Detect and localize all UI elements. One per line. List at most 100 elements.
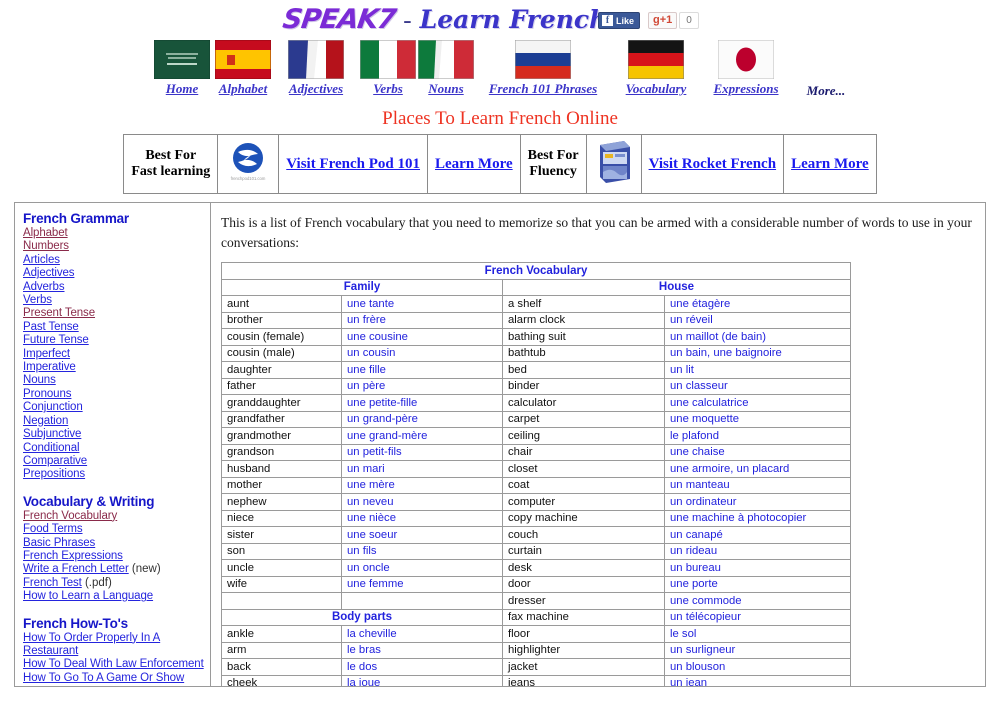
vocab-cell-french-right: une commode xyxy=(664,592,851,610)
vocab-cell-english-left: son xyxy=(221,542,342,561)
vocab-cell-french-left: la cheville xyxy=(341,625,503,643)
ad-cell-learn-more-1[interactable]: Learn More xyxy=(427,134,521,194)
vocab-cell-english-left: sister xyxy=(221,526,342,544)
sidebar-item-verbs[interactable]: Verbs xyxy=(23,294,206,307)
vocab-cell-english-left xyxy=(221,592,342,610)
table-row: Body parts fax machine un télécopieur xyxy=(221,608,851,627)
vocab-cell-english-right: jeans xyxy=(502,674,665,686)
sidebar-item-adjectives[interactable]: Adjectives xyxy=(23,267,206,280)
vocab-cell-french-right: un canapé xyxy=(664,526,851,544)
google-plus-widget[interactable]: g+1 0 xyxy=(648,12,699,29)
ads-row: Best For Fast learning frenchpod101.com … xyxy=(123,134,877,194)
vocab-cell-english-right: a shelf xyxy=(502,295,665,313)
facebook-like-label: Like xyxy=(616,15,635,26)
table-row: uncle un oncle desk un bureau xyxy=(221,559,851,577)
sidebar-item-adverbs[interactable]: Adverbs xyxy=(23,281,206,294)
vocab-cell-french-right: un maillot (de bain) xyxy=(664,328,851,346)
ad-cell-visit-rocket-french[interactable]: Visit Rocket French xyxy=(640,134,785,194)
sidebar-item-french-expressions[interactable]: French Expressions xyxy=(23,550,206,563)
sidebar-item-present-tense[interactable]: Present Tense xyxy=(23,307,206,320)
nav-item-nouns[interactable]: Nouns xyxy=(418,40,474,97)
ad-cell-rocket-french-box[interactable] xyxy=(585,134,642,194)
logo-speak7-text: SPEAK7 xyxy=(280,4,398,35)
sidebar-item-food-terms[interactable]: Food Terms xyxy=(23,523,206,536)
table-row: brother un frère alarm clock un réveil xyxy=(221,311,851,330)
vocab-cell-english-right: fax machine xyxy=(502,608,665,627)
vocab-cell-french-right: un ordinateur xyxy=(664,493,851,511)
ad-link-visit-rocket-french[interactable]: Visit Rocket French xyxy=(649,156,776,172)
ad-cell-frenchpod101-logo[interactable]: frenchpod101.com xyxy=(217,134,280,194)
nav-item-verbs[interactable]: Verbs xyxy=(360,40,416,97)
sidebar-item-prepositions[interactable]: Prepositions xyxy=(23,468,206,481)
vocab-cell-french-left: un mari xyxy=(341,460,503,478)
nav-item-adjectives[interactable]: Adjectives xyxy=(278,40,354,97)
vocab-cell-english-left: cousin (female) xyxy=(221,328,342,346)
sidebar-item-how-to-go-to-a-game-or-show[interactable]: How To Go To A Game Or Show xyxy=(23,672,206,685)
sidebar-item-subjunctive[interactable]: Subjunctive xyxy=(23,428,206,441)
vocab-cell-english-left: cheek xyxy=(221,674,342,686)
sidebar-item-conjunction[interactable]: Conjunction xyxy=(23,401,206,414)
sidebar-item-french-test[interactable]: French Test xyxy=(23,577,82,589)
ad-best-fast-learning-line1: Best For xyxy=(145,147,197,163)
sidebar-heading-french-grammar: French Grammar xyxy=(23,211,129,226)
nav-item-french-101-phrases[interactable]: French 101 Phrases xyxy=(481,40,605,97)
sidebar-item-nouns[interactable]: Nouns xyxy=(23,374,206,387)
vocab-cell-french-right: un classeur xyxy=(664,377,851,396)
vocab-cell-english-left: mother xyxy=(221,476,342,495)
content-frame: French Grammar Alphabet Numbers Articles Adj… xyxy=(14,202,986,687)
table-row: ankle la cheville floor le sol xyxy=(221,625,851,643)
ad-cell-visit-french-pod-101[interactable]: Visit French Pod 101 xyxy=(278,134,429,194)
nav-item-home[interactable]: Home xyxy=(152,40,212,97)
sidebar-item-conditional[interactable]: Conditional xyxy=(23,442,206,455)
sidebar-item-basic-phrases[interactable]: Basic Phrases xyxy=(23,537,206,550)
sidebar-item-past-tense[interactable]: Past Tense xyxy=(23,321,206,334)
vocab-cell-english-left: father xyxy=(221,377,342,396)
nav-item-more[interactable]: More... xyxy=(798,81,854,99)
vocab-cell-english-left: grandfather xyxy=(221,410,342,429)
sidebar-item-comparative[interactable]: Comparative xyxy=(23,455,206,468)
italy-flag-icon xyxy=(360,40,416,79)
ads-table: Best For Fast learning frenchpod101.com … xyxy=(123,134,877,194)
sidebar-item-numbers[interactable]: Numbers xyxy=(23,240,206,253)
google-plus-one-button[interactable]: g+1 xyxy=(648,12,678,29)
vocab-cell-english-left: arm xyxy=(221,641,342,660)
table-row: grandfather un grand-père carpet une moquet… xyxy=(221,410,851,429)
ad-cell-learn-more-2[interactable]: Learn More xyxy=(783,134,877,194)
nav-item-vocabulary[interactable]: Vocabulary xyxy=(614,40,698,97)
table-row: cheek la joue jeans un jean xyxy=(221,674,851,686)
ad-link-visit-french-pod-101[interactable]: Visit French Pod 101 xyxy=(286,156,420,172)
nav-item-expressions[interactable]: Expressions xyxy=(704,40,788,97)
vocab-cell-english-right: copy machine xyxy=(502,509,665,528)
facebook-like-button[interactable]: f Like xyxy=(598,12,641,29)
sidebar-item-french-vocabulary[interactable]: French Vocabulary xyxy=(23,510,206,523)
vocab-section-header-row: Family House xyxy=(221,278,851,297)
sidebar-item-imperfect[interactable]: Imperfect xyxy=(23,348,206,361)
vocab-section-family: Family xyxy=(221,278,503,297)
nav-item-alphabet[interactable]: Alphabet xyxy=(210,40,276,97)
japan-flag-icon xyxy=(718,40,774,79)
ad-link-learn-more-2[interactable]: Learn More xyxy=(791,156,869,172)
vocab-cell-french-left: une mère xyxy=(341,476,503,495)
sidebar: French Grammar Alphabet Numbers Articles Adj… xyxy=(15,203,211,686)
vocab-cell-french-left: une femme xyxy=(341,575,503,594)
frenchpod101-logo-icon: frenchpod101.com xyxy=(231,143,266,181)
sidebar-item-how-to-order-properly-in-a-restaurant[interactable]: How To Order Properly In A Restaurant xyxy=(23,632,206,659)
vocabulary-table: French Vocabulary Family House aunt une tant… xyxy=(221,262,851,686)
sidebar-item-articles[interactable]: Articles xyxy=(23,254,206,267)
sidebar-item-imperative[interactable]: Imperative xyxy=(23,361,206,374)
nav-label-expressions: Expressions xyxy=(713,81,779,96)
vocab-cell-french-left: un grand-père xyxy=(341,410,503,429)
sidebar-item-pronouns[interactable]: Pronouns xyxy=(23,388,206,401)
sidebar-item-how-to-deal-with-law-enforcement[interactable]: How To Deal With Law Enforcement xyxy=(23,658,206,671)
vocab-cell-english-right: calculator xyxy=(502,394,665,412)
sidebar-item-write-a-french-letter[interactable]: Write a French Letter xyxy=(23,563,129,575)
vocab-cell-french-right: un télécopieur xyxy=(664,608,851,627)
ad-link-learn-more-1[interactable]: Learn More xyxy=(435,156,513,172)
vocab-cell-english-right: couch xyxy=(502,526,665,544)
table-row: wife une femme door une porte xyxy=(221,575,851,594)
sidebar-item-alphabet[interactable]: Alphabet xyxy=(23,227,206,240)
sidebar-item-negation[interactable]: Negation xyxy=(23,415,206,428)
vocab-cell-french-left: une cousine xyxy=(341,328,503,346)
sidebar-item-future-tense[interactable]: Future Tense xyxy=(23,334,206,347)
sidebar-item-how-to-learn-a-language[interactable]: How to Learn a Language xyxy=(23,590,206,603)
